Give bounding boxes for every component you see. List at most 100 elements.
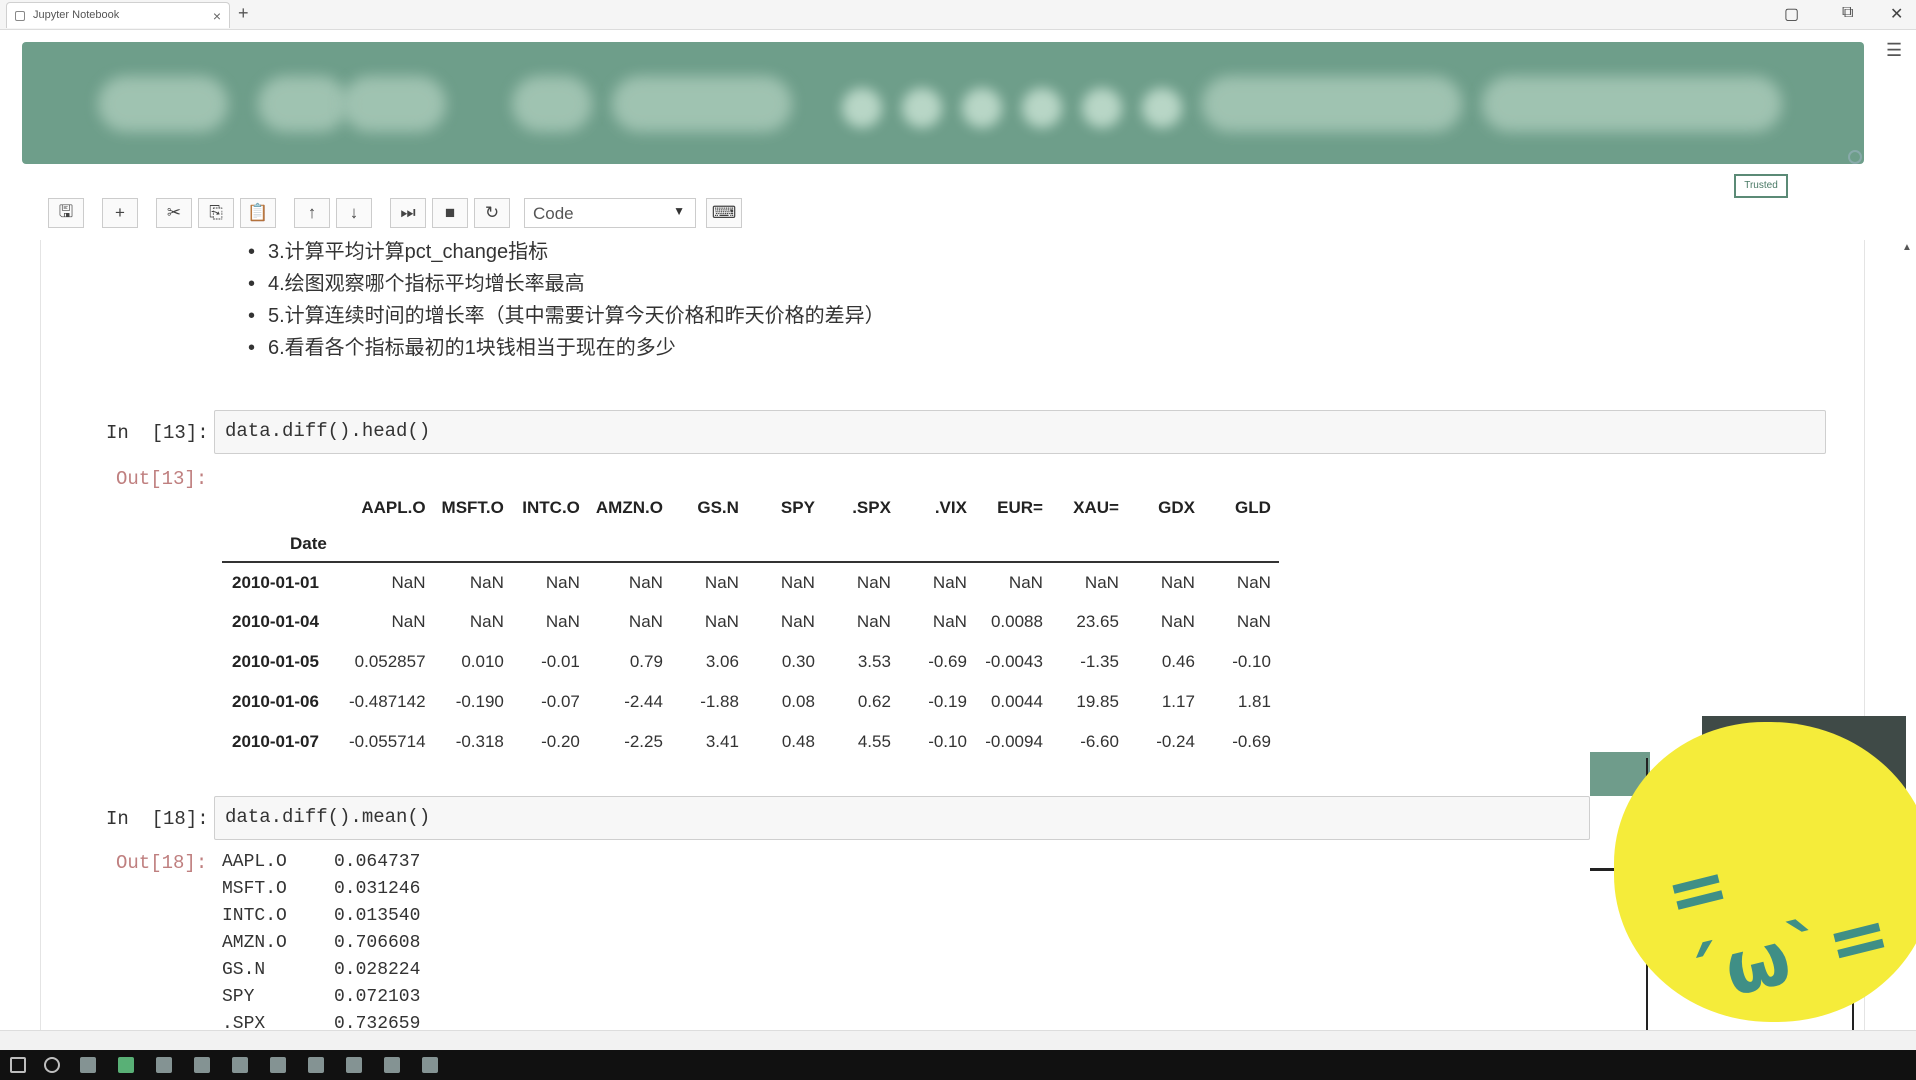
scroll-up-arrow-icon[interactable]: ▲ [1902,242,1912,253]
table-cell: NaN [780,572,815,592]
search-icon[interactable] [44,1057,60,1073]
series-label: SPY [222,987,255,1007]
browser-tab-bar: Jupyter Notebook × + ▢ ⧉ ✕ [0,0,1916,30]
series-label: AAPL.O [222,852,287,872]
table-cell: 23.65 [1076,612,1119,631]
index-name: Date [290,533,327,553]
arrow-up-icon: ↑ [307,203,317,222]
table-cell: NaN [1236,572,1271,592]
column-header: EUR= [997,498,1043,517]
series-row: AAPL.O 0.064737 [222,852,420,879]
table-cell: 4.55 [857,732,891,751]
new-tab-button[interactable]: + [238,3,249,24]
browser-menu-icon[interactable]: ☰ [1886,40,1902,61]
index-name-row: Date [222,526,1279,562]
app-icon[interactable] [270,1057,286,1073]
table-cell: NaN [545,572,580,592]
table-cell: 19.85 [1076,692,1119,711]
series-value: 0.013540 [334,906,421,926]
restart-button[interactable]: ↻ [474,198,510,228]
paste-button[interactable]: 📋 [240,198,276,228]
browser-taskbar-icon[interactable] [118,1057,134,1073]
tab-title: Jupyter Notebook [33,9,120,21]
keyboard-icon: ⌨ [711,203,737,222]
folder-icon[interactable] [156,1057,172,1073]
column-header: AAPL.O [361,498,426,517]
cell-type-select[interactable]: Code ▼ [524,198,696,228]
page-border-left [40,240,41,1030]
tab-close-icon[interactable]: × [213,8,221,24]
table-cell: -0.190 [455,692,504,711]
column-header: GS.N [697,498,739,517]
app-icon[interactable] [384,1057,400,1073]
column-header: XAU= [1073,498,1119,517]
series-row: AMZN.O 0.706608 [222,933,420,960]
task-view-icon[interactable] [80,1057,96,1073]
trusted-badge[interactable]: Trusted [1734,174,1788,198]
dataframe-output: AAPL.O MSFT.O INTC.O AMZN.O GS.N SPY .SP… [222,490,1279,762]
column-header: INTC.O [522,498,580,517]
command-palette-button[interactable]: ⌨ [706,198,742,228]
output-prompt: Out[13]: [116,468,208,490]
cut-button[interactable]: ✂ [156,198,192,228]
run-button[interactable]: ⏭ [390,198,426,228]
table-cell: 3.53 [857,652,891,671]
table-cell: -1.88 [700,692,739,711]
table-cell: -0.69 [928,652,967,671]
table-cell: -0.24 [1156,732,1195,751]
table-cell: NaN [932,572,967,592]
table-cell: 0.48 [781,732,815,751]
table-cell: NaN [1084,572,1119,592]
series-value: 0.072103 [334,987,421,1007]
app-icon[interactable] [232,1057,248,1073]
table-cell: 3.41 [705,732,739,751]
app-icon[interactable] [346,1057,362,1073]
series-row: MSFT.O 0.031246 [222,879,420,906]
interrupt-button[interactable]: ■ [432,198,468,228]
save-button[interactable]: 🖫 [48,198,84,228]
table-header-row: AAPL.O MSFT.O INTC.O AMZN.O GS.N SPY .SP… [222,490,1279,526]
table-cell: -0.20 [541,732,580,751]
maximize-icon[interactable]: ⧉ [1842,4,1853,22]
start-menu-icon[interactable] [10,1057,26,1073]
table-cell: NaN [391,572,426,592]
app-icon[interactable] [194,1057,210,1073]
plus-icon: + [115,203,125,222]
table-cell: 0.010 [461,652,504,671]
table-cell: -6.60 [1080,732,1119,751]
series-row: GS.N 0.028224 [222,960,420,987]
move-down-button[interactable]: ↓ [336,198,372,228]
browser-tab[interactable]: Jupyter Notebook × [6,2,230,28]
table-cell: NaN [628,572,663,592]
table-cell: 0.79 [629,652,663,671]
minimize-icon[interactable]: ▢ [1784,4,1799,24]
table-cell: -0.10 [928,732,967,751]
app-icon[interactable] [308,1057,324,1073]
copy-button[interactable]: ⎘ [198,198,234,228]
table-row: 2010-01-07 -0.055714 -0.318 -0.20 -2.25 3.41 0… [222,722,1279,762]
restart-icon: ↻ [484,203,500,222]
table-cell: -0.318 [455,732,504,751]
column-header: GDX [1158,498,1195,517]
table-row: 2010-01-05 0.052857 0.010 -0.01 0.79 3.06 0.30… [222,642,1279,682]
code-cell-input[interactable]: data.diff().mean() [214,796,1590,840]
blurred-notebook-header [22,42,1864,164]
scissors-icon: ✂ [166,203,182,222]
app-icon[interactable] [422,1057,438,1073]
row-index-date: 2010-01-04 [232,612,319,631]
table-cell: NaN [856,572,891,592]
move-up-button[interactable]: ↑ [294,198,330,228]
table-cell: -0.055714 [348,732,426,751]
insert-cell-button[interactable]: + [102,198,138,228]
table-cell: NaN [1160,572,1195,592]
series-output: AAPL.O 0.064737 MSFT.O 0.031246 INTC.O 0.0135… [222,852,420,1041]
code-cell-input[interactable]: data.diff().head() [214,410,1826,454]
close-window-icon[interactable]: ✕ [1890,4,1903,24]
table-cell: NaN [1236,612,1271,631]
series-row: SPY 0.072103 [222,987,420,1014]
table-cell: 0.46 [1161,652,1195,671]
list-item: 4.绘图观察哪个指标平均增长率最高 [248,268,885,300]
windows-taskbar [0,1050,1916,1080]
browser-status-bar [0,1030,1916,1050]
table-cell: 0.0044 [990,692,1043,711]
